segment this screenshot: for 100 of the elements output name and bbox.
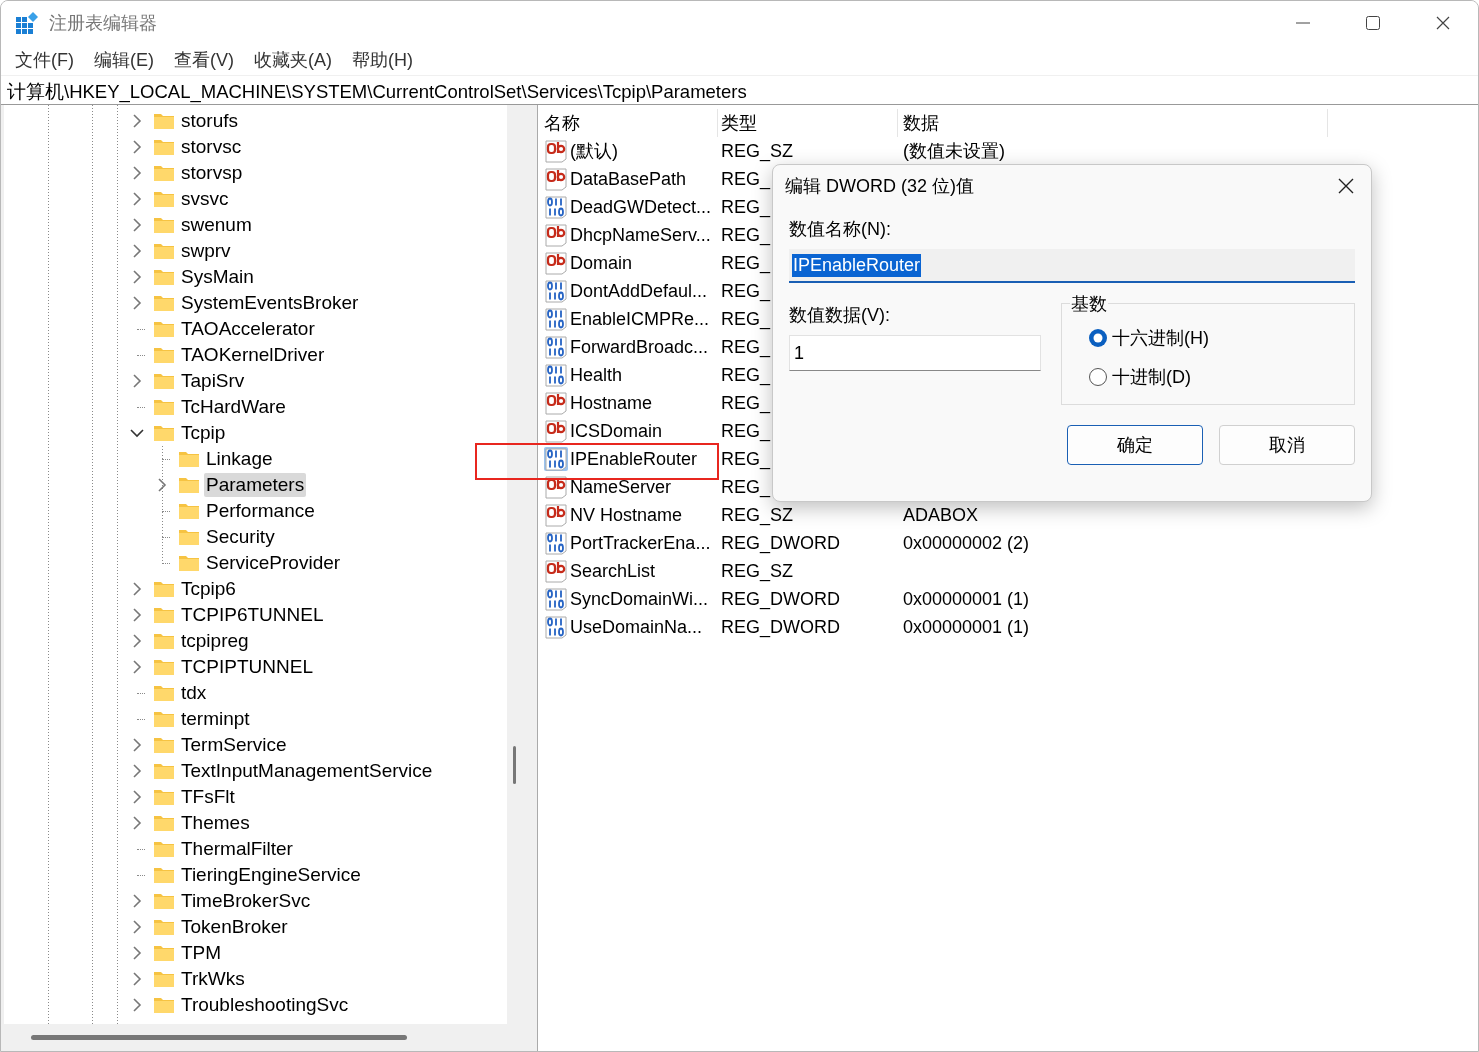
menu-item[interactable]: 收藏夹(A): [244, 47, 342, 72]
tree-item[interactable]: TrkWks: [179, 967, 247, 991]
chevron-right-icon[interactable]: [132, 270, 142, 284]
chevron-right-icon[interactable]: [132, 894, 142, 908]
value-name[interactable]: DeadGWDetect...: [570, 196, 712, 218]
tree-item[interactable]: TcHardWare: [179, 395, 288, 419]
chevron-right-icon[interactable]: [132, 296, 142, 310]
chevron-right-icon[interactable]: [132, 634, 142, 648]
tree-item[interactable]: TAOAccelerator: [179, 317, 317, 341]
chevron-right-icon[interactable]: [132, 114, 142, 128]
value-name[interactable]: SyncDomainWi...: [570, 588, 709, 610]
scrollbar-thumb[interactable]: [513, 746, 516, 784]
value-name[interactable]: DhcpNameServ...: [570, 224, 711, 246]
tree-item[interactable]: TapiSrv: [179, 369, 247, 393]
chevron-right-icon[interactable]: [132, 374, 142, 388]
value-name[interactable]: UseDomainNa...: [570, 616, 703, 638]
tree-item[interactable]: tdx: [179, 681, 209, 705]
menu-item[interactable]: 编辑(E): [84, 47, 164, 72]
maximize-icon[interactable]: [1366, 15, 1380, 30]
value-name[interactable]: NV Hostname: [570, 504, 683, 526]
value-name[interactable]: SearchList: [570, 560, 656, 582]
ok-button[interactable]: 确定: [1067, 425, 1203, 465]
tree-item[interactable]: TAOKernelDriver: [179, 343, 327, 367]
chevron-right-icon[interactable]: [157, 478, 167, 492]
chevron-right-icon[interactable]: [132, 972, 142, 986]
tree-item[interactable]: storvsp: [179, 161, 245, 185]
chevron-right-icon[interactable]: [132, 998, 142, 1012]
tree-item[interactable]: SysMain: [179, 265, 256, 289]
close-icon[interactable]: [1436, 15, 1450, 30]
close-icon[interactable]: [1338, 178, 1354, 194]
address-field[interactable]: 计算机\HKEY_LOCAL_MACHINE\SYSTEM\CurrentControlSet\Services\Tcpip\Parameters: [1, 76, 1478, 107]
chevron-right-icon[interactable]: [132, 608, 142, 622]
chevron-right-icon[interactable]: [132, 582, 142, 596]
tree-item[interactable]: TimeBrokerSvc: [179, 889, 313, 913]
tree-item[interactable]: Tcpip6: [179, 577, 238, 601]
chevron-down-icon[interactable]: [130, 428, 144, 438]
tree-item[interactable]: Performance: [204, 499, 317, 523]
tree-item[interactable]: swenum: [179, 213, 254, 237]
menu-item[interactable]: 帮助(H): [342, 47, 423, 72]
radio-label[interactable]: 十进制(D): [1112, 365, 1191, 389]
value-name[interactable]: IPEnableRouter: [570, 448, 698, 470]
tree-item[interactable]: storvsc: [179, 135, 244, 159]
tree-item[interactable]: ThermalFilter: [179, 837, 295, 861]
value-name[interactable]: ForwardBroadc...: [570, 336, 709, 358]
value-name[interactable]: Health: [570, 364, 623, 386]
chevron-right-icon[interactable]: [132, 920, 142, 934]
value-name[interactable]: Domain: [570, 252, 633, 274]
menu-item[interactable]: 文件(F): [5, 47, 84, 72]
chevron-right-icon[interactable]: [132, 660, 142, 674]
tree-item[interactable]: tcpipreg: [179, 629, 251, 653]
tree-item[interactable]: TCPIP6TUNNEL: [179, 603, 326, 627]
chevron-right-icon[interactable]: [132, 738, 142, 752]
scrollbar-thumb[interactable]: [31, 1035, 407, 1040]
chevron-right-icon[interactable]: [132, 244, 142, 258]
tree-item[interactable]: Security: [204, 525, 277, 549]
cancel-button[interactable]: 取消: [1219, 425, 1355, 465]
tree-item[interactable]: Themes: [179, 811, 252, 835]
chevron-right-icon[interactable]: [132, 218, 142, 232]
tree-item[interactable]: TroubleshootingSvc: [179, 993, 351, 1017]
column-header[interactable]: 类型: [718, 109, 898, 137]
value-name[interactable]: (默认): [570, 139, 618, 163]
value-name[interactable]: NameServer: [570, 476, 672, 498]
tree-item[interactable]: TermService: [179, 733, 289, 757]
value-data-field[interactable]: 1: [789, 335, 1041, 371]
minimize-icon[interactable]: [1296, 21, 1310, 24]
value-name[interactable]: EnableICMPRe...: [570, 308, 710, 330]
tree-item[interactable]: terminpt: [179, 707, 252, 731]
value-name[interactable]: PortTrackerEna...: [570, 532, 711, 554]
chevron-right-icon[interactable]: [132, 166, 142, 180]
tree-item[interactable]: ServiceProvider: [204, 551, 343, 575]
chevron-right-icon[interactable]: [132, 790, 142, 804]
chevron-right-icon[interactable]: [132, 946, 142, 960]
chevron-right-icon[interactable]: [132, 764, 142, 778]
value-name[interactable]: Hostname: [570, 392, 653, 414]
radio-button[interactable]: [1088, 328, 1108, 348]
tree-item[interactable]: TieringEngineService: [179, 863, 363, 887]
chevron-right-icon[interactable]: [132, 140, 142, 154]
tree-item[interactable]: TFsFlt: [179, 785, 237, 809]
tree-item[interactable]: SystemEventsBroker: [179, 291, 361, 315]
chevron-right-icon[interactable]: [132, 192, 142, 206]
tree-item[interactable]: TextInputManagementService: [179, 759, 435, 783]
tree-item[interactable]: Tcpip: [179, 421, 228, 445]
tree-item[interactable]: TokenBroker: [179, 915, 290, 939]
radio-label[interactable]: 十六进制(H): [1112, 326, 1209, 350]
tree-item[interactable]: TPM: [179, 941, 224, 965]
radio-button[interactable]: [1088, 367, 1108, 387]
menu-item[interactable]: 查看(V): [164, 47, 244, 72]
tree-item[interactable]: Parameters: [204, 473, 307, 497]
value-name[interactable]: ICSDomain: [570, 420, 663, 442]
tree-item[interactable]: Linkage: [204, 447, 275, 471]
column-header[interactable]: 数据: [898, 109, 1328, 137]
value-name[interactable]: DontAddDefaul...: [570, 280, 708, 302]
tree-item[interactable]: svsvc: [179, 187, 231, 211]
value-name[interactable]: DataBasePath: [570, 168, 687, 190]
tree-item[interactable]: swprv: [179, 239, 233, 263]
chevron-right-icon[interactable]: [132, 816, 142, 830]
tree-item[interactable]: TCPIPTUNNEL: [179, 655, 315, 679]
column-header[interactable]: 名称: [538, 109, 718, 137]
value-name-field[interactable]: IPEnableRouter: [789, 249, 1355, 283]
tree-item[interactable]: storufs: [179, 109, 241, 133]
